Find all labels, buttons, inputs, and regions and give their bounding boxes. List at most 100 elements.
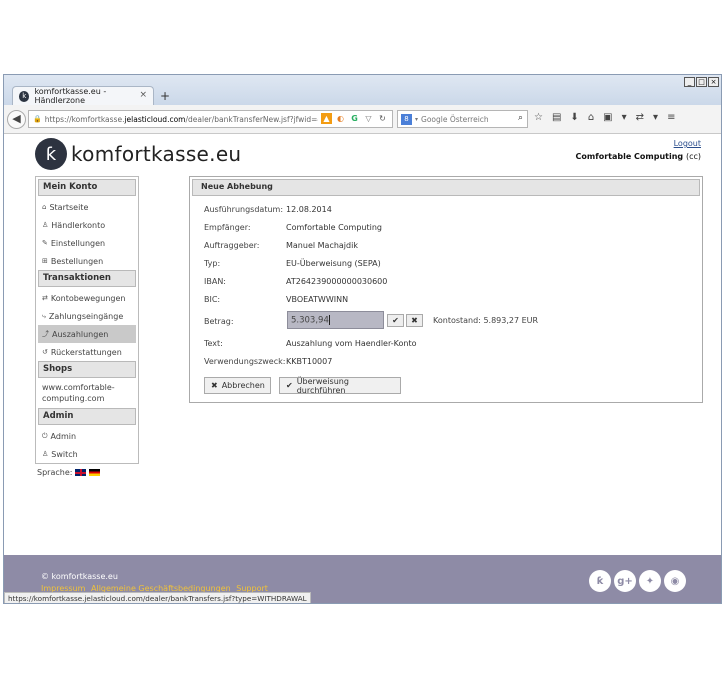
sidebar-item-label: Switch [51, 449, 78, 459]
bookmark-star-icon[interactable]: ☆ [534, 112, 543, 123]
power-icon: ⏻ [42, 431, 48, 440]
withdrawal-panel: Neue Abhebung Ausführungsdatum: 12.08.201… [189, 176, 703, 403]
field-value: VBOEATWWINN [286, 295, 349, 304]
field-label: Ausführungsdatum: [204, 205, 284, 214]
twitter-icon[interactable]: ✦ [639, 570, 661, 592]
submit-transfer-button[interactable]: ✔ Überweisung durchführen [279, 377, 401, 395]
sidebar-item-bestellungen[interactable]: ⊞ Bestellungen [38, 252, 136, 270]
sidebar-item-label: Händlerkonto [51, 220, 106, 230]
lock-icon: 🔒 [33, 115, 42, 123]
address-bar[interactable]: 🔒 https://komfortkasse. jelasticloud.com /… [28, 110, 393, 128]
back-button[interactable]: ◀ [7, 110, 26, 129]
refund-icon: ↺ [42, 348, 48, 356]
google-search-engine-icon[interactable]: 8 [401, 113, 412, 125]
search-bar[interactable]: 8 ▾ Google Österreich ⌕ [397, 110, 528, 128]
sidebar-item-auszahlungen[interactable]: ⤴ Auszahlungen [38, 325, 136, 343]
browser-tab[interactable]: k komfortkasse.eu - Händlerzone × [12, 86, 154, 105]
cancel-label: Abbrechen [221, 381, 265, 390]
search-icon[interactable]: ⌕ [518, 113, 523, 123]
field-label: Auftraggeber: [204, 241, 260, 250]
amount-input[interactable]: 5.303,94 [287, 311, 384, 329]
field-row-amount: Betrag: [204, 317, 286, 326]
section-admin: Admin [38, 408, 136, 425]
addon-chart-icon[interactable]: ▲ [321, 113, 332, 124]
addon-icon[interactable]: ⇄ [636, 112, 644, 123]
home-icon[interactable]: ⌂ [588, 112, 594, 123]
minimize-button[interactable]: _ [684, 77, 695, 87]
sidebar-item-switch[interactable]: ♙ Switch [38, 445, 136, 463]
addon-dropdown-icon[interactable]: ▾ [622, 112, 627, 123]
field-row-iban: IBAN: AT264239000000030600 [204, 277, 387, 286]
sidebar-item-label: Auszahlungen [52, 329, 109, 339]
addon-orange-icon[interactable]: ◐ [335, 113, 346, 124]
field-label: IBAN: [204, 277, 226, 286]
screenshot-icon[interactable]: ▣ [603, 112, 612, 123]
sidebar-item-kontobewegungen[interactable]: ⇄ Kontobewegungen [38, 289, 136, 307]
wrench-icon: ✎ [42, 239, 48, 247]
sidebar-item-startseite[interactable]: ⌂ Startseite [38, 198, 136, 216]
site-favicon-icon: k [19, 90, 30, 102]
section-mein-konto: Mein Konto [38, 179, 136, 196]
field-label: Typ: [204, 259, 221, 268]
outgoing-icon: ⤴ [42, 330, 49, 338]
reading-list-icon[interactable]: ▤ [552, 112, 561, 123]
social-links: ƙ g+ ✦ ◉ [589, 570, 686, 592]
field-row-purpose: Verwendungszweck: KKBT10007 [204, 357, 332, 366]
new-tab-button[interactable]: + [160, 89, 170, 103]
sidebar-item-label: Kontobewegungen [50, 293, 126, 303]
komfortkasse-social-icon[interactable]: ƙ [589, 570, 611, 592]
section-shops: Shops [38, 361, 136, 378]
field-value: Auszahlung vom Haendler-Konto [286, 339, 417, 348]
sidebar-item-rueckerstattungen[interactable]: ↺ Rückerstattungen [38, 343, 136, 361]
addon-green-g-icon[interactable]: G [349, 113, 360, 124]
addon2-dropdown-icon[interactable]: ▾ [653, 112, 658, 123]
field-row-date: Ausführungsdatum: 12.08.2014 [204, 205, 332, 214]
incoming-icon: ⤷ [42, 311, 46, 320]
google-plus-icon[interactable]: g+ [614, 570, 636, 592]
sidebar-item-haendlerkonto[interactable]: ♙ Händlerkonto [38, 216, 136, 234]
sidebar-item-label: Admin [50, 431, 77, 441]
window-controls: _ □ × [684, 77, 719, 87]
sidebar-item-einstellungen[interactable]: ✎ Einstellungen [38, 234, 136, 252]
field-row-text: Text: Auszahlung vom Haendler-Konto [204, 339, 416, 348]
sidebar-item-label: Einstellungen [50, 238, 106, 248]
download-icon[interactable]: ⬇ [570, 112, 578, 123]
status-bar-url: https://komfortkasse.jelasticloud.com/de… [4, 592, 311, 603]
tab-title: komfortkasse.eu - Händlerzone [34, 87, 107, 105]
maximize-button[interactable]: □ [696, 77, 707, 87]
search-placeholder: Google Österreich [421, 114, 489, 124]
confirm-amount-button[interactable]: ✔ [387, 314, 404, 327]
close-window-button[interactable]: × [708, 77, 719, 87]
field-row-recipient: Empfänger: Comfortable Computing [204, 223, 382, 232]
english-flag-icon[interactable] [75, 469, 87, 476]
menu-icon[interactable]: ≡ [667, 112, 675, 123]
sidebar-item-admin[interactable]: ⏻ Admin [38, 427, 136, 445]
site-logo[interactable]: ƙ komfortkasse.eu [35, 138, 241, 170]
toolbar-icons: ☆ ▤ ⬇ ⌂ ▣ ▾ ⇄ ▾ ≡ [534, 112, 675, 123]
language-label: Sprache: [37, 468, 73, 477]
copyright: © komfortkasse.eu [41, 572, 118, 581]
text-cursor [328, 315, 330, 325]
amount-value: 5.303,94 [291, 315, 329, 326]
field-label: BIC: [204, 295, 221, 304]
sidebar-item-label: Bestellungen [50, 256, 104, 266]
sidebar-item-label: Startseite [49, 202, 89, 212]
sidebar-item-zahlungseingaenge[interactable]: ⤷ Zahlungseingänge [38, 307, 136, 325]
history-dropdown-icon[interactable]: ▽ [363, 113, 374, 124]
shop-link[interactable]: www.comfortable-computing.com [38, 380, 136, 408]
cart-icon: ⊞ [42, 257, 48, 265]
reload-icon[interactable]: ↻ [377, 113, 388, 124]
transfer-icon: ⇄ [42, 294, 48, 302]
rss-icon[interactable]: ◉ [664, 570, 686, 592]
reset-amount-button[interactable]: ✖ [406, 314, 423, 327]
tab-close-icon[interactable]: × [139, 90, 147, 100]
german-flag-icon[interactable] [89, 469, 101, 476]
field-row-type: Typ: EU-Überweisung (SEPA) [204, 259, 381, 268]
logout-link[interactable]: Logout [674, 139, 701, 148]
language-selector: Sprache: [37, 468, 101, 477]
engine-dropdown-icon[interactable]: ▾ [415, 116, 418, 123]
sidebar-item-label: Zahlungseingänge [48, 311, 124, 321]
cancel-button[interactable]: ✖ Abbrechen [204, 377, 271, 394]
home-icon: ⌂ [42, 203, 47, 211]
field-row-bic: BIC: VBOEATWWINN [204, 295, 348, 304]
